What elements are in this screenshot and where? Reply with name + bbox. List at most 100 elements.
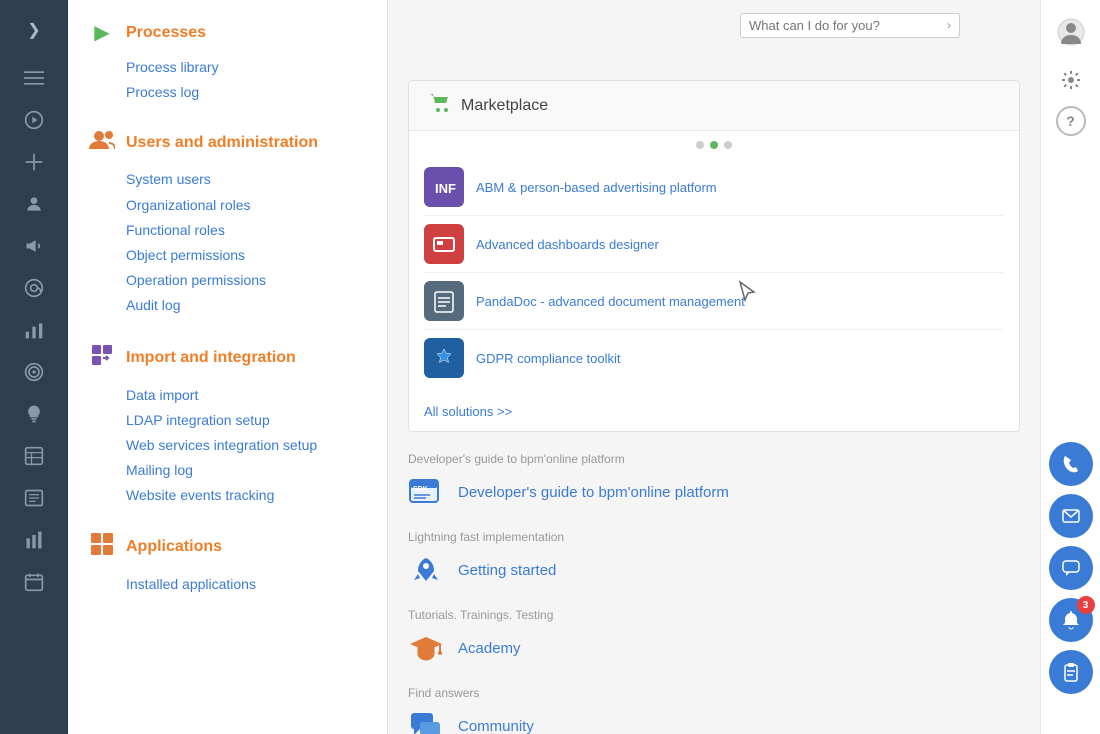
resource-getting-started-link[interactable]: Getting started xyxy=(408,552,1020,588)
chart-icon xyxy=(24,320,44,340)
collapse-button[interactable]: ❯ xyxy=(9,10,59,50)
resource-getting-started: Lightning fast implementation Getting st… xyxy=(408,530,1020,588)
org-roles-link[interactable]: Organizational roles xyxy=(126,193,387,218)
plus-icon xyxy=(24,152,44,172)
sidebar-icon-target[interactable] xyxy=(9,352,59,392)
sidebar-icon-add[interactable] xyxy=(9,142,59,182)
web-services-link[interactable]: Web services integration setup xyxy=(126,433,387,458)
clipboard-button[interactable] xyxy=(1049,650,1093,694)
getting-started-link-text[interactable]: Getting started xyxy=(458,562,556,579)
all-solutions-link[interactable]: All solutions >> xyxy=(409,396,1019,431)
contact-buttons: 3 xyxy=(1049,442,1093,694)
dashboard-name[interactable]: Advanced dashboards designer xyxy=(476,237,659,252)
functional-roles-link[interactable]: Functional roles xyxy=(126,218,387,243)
marketplace-item: Advanced dashboards designer xyxy=(424,216,1004,273)
dot-2[interactable] xyxy=(710,141,718,149)
marketplace-item: INF ABM & person-based advertising platf… xyxy=(424,159,1004,216)
search-input[interactable] xyxy=(749,18,947,33)
dot-3[interactable] xyxy=(724,141,732,149)
data-import-link[interactable]: Data import xyxy=(126,383,387,408)
resource-academy: Tutorials. Trainings. Testing Academy xyxy=(408,608,1020,666)
sidebar-icon-play[interactable] xyxy=(9,100,59,140)
settings-button[interactable] xyxy=(1049,58,1093,102)
marketplace-header: Marketplace xyxy=(409,81,1019,131)
process-library-link[interactable]: Process library xyxy=(126,55,387,80)
collapse-icon: ❯ xyxy=(27,20,40,40)
installed-apps-link[interactable]: Installed applications xyxy=(126,572,387,597)
mail-button[interactable] xyxy=(1049,494,1093,538)
processes-links: Process library Process log xyxy=(88,55,387,105)
resource-community-label: Find answers xyxy=(408,686,1020,700)
sidebar-icon-megaphone[interactable] xyxy=(9,226,59,266)
users-admin-section: Users and administration System users Or… xyxy=(88,129,387,318)
sidebar-icon-lightbulb[interactable] xyxy=(9,394,59,434)
users-icon xyxy=(88,129,116,157)
gdpr-icon xyxy=(424,338,464,378)
notification-button[interactable]: 3 xyxy=(1049,598,1093,642)
user-profile-button[interactable] xyxy=(1049,10,1093,54)
play-icon xyxy=(24,110,44,130)
users-admin-header: Users and administration xyxy=(88,129,387,157)
community-icon xyxy=(408,708,444,734)
table-icon xyxy=(24,446,44,466)
top-bar: › xyxy=(388,0,980,50)
audit-log-link[interactable]: Audit log xyxy=(126,293,387,318)
marketplace-item: PandaDoc - advanced document management xyxy=(424,273,1004,330)
sidebar-icons: ❯ xyxy=(0,0,68,734)
object-permissions-link[interactable]: Object permissions xyxy=(126,243,387,268)
abm-icon: INF xyxy=(424,167,464,207)
marketplace-items: INF ABM & person-based advertising platf… xyxy=(409,154,1019,396)
main-content: › Marketplace xyxy=(388,0,1040,734)
sidebar-icon-person[interactable] xyxy=(9,184,59,224)
sidebar-icon-at[interactable] xyxy=(9,268,59,308)
marketplace-title: Marketplace xyxy=(461,97,548,115)
abm-name[interactable]: ABM & person-based advertising platform xyxy=(476,180,717,195)
list-icon xyxy=(24,488,44,508)
sidebar-icon-calendar[interactable] xyxy=(9,562,59,602)
sidebar-icon-chart[interactable] xyxy=(9,310,59,350)
phone-button[interactable] xyxy=(1049,442,1093,486)
sidebar-icon-bar-chart[interactable] xyxy=(9,520,59,560)
chat-button[interactable] xyxy=(1049,546,1093,590)
dashboard-icon xyxy=(424,224,464,264)
help-button[interactable]: ? xyxy=(1056,106,1086,136)
search-bar[interactable]: › xyxy=(740,13,960,38)
system-users-link[interactable]: System users xyxy=(126,167,387,192)
resource-developer-link[interactable]: SDK Developer's guide to bpm'online plat… xyxy=(408,474,1020,510)
pandadoc-icon xyxy=(424,281,464,321)
sidebar-icon-list[interactable] xyxy=(9,478,59,518)
person-icon xyxy=(24,194,44,214)
process-log-link[interactable]: Process log xyxy=(126,80,387,105)
pandadoc-name[interactable]: PandaDoc - advanced document management xyxy=(476,294,745,309)
processes-header: ▶ Processes xyxy=(88,20,387,45)
graduation-icon xyxy=(408,630,444,666)
ldap-link[interactable]: LDAP integration setup xyxy=(126,408,387,433)
developer-guide-link-text[interactable]: Developer's guide to bpm'online platform xyxy=(458,484,729,501)
dot-1[interactable] xyxy=(696,141,704,149)
sidebar-icon-table[interactable] xyxy=(9,436,59,476)
gdpr-name[interactable]: GDPR compliance toolkit xyxy=(476,351,621,366)
processes-section: ▶ Processes Process library Process log xyxy=(88,20,387,105)
resource-academy-label: Tutorials. Trainings. Testing xyxy=(408,608,1020,622)
import-integration-title: Import and integration xyxy=(126,349,296,367)
mailing-log-link[interactable]: Mailing log xyxy=(126,458,387,483)
svg-text:SDK: SDK xyxy=(413,486,428,493)
community-link-text[interactable]: Community xyxy=(458,718,534,734)
megaphone-icon xyxy=(24,236,44,256)
applications-title: Applications xyxy=(126,538,222,556)
import-icon xyxy=(88,343,116,373)
resource-academy-link[interactable]: Academy xyxy=(408,630,1020,666)
cart-icon xyxy=(429,93,451,118)
carousel-dots xyxy=(409,131,1019,154)
operation-permissions-link[interactable]: Operation permissions xyxy=(126,268,387,293)
resource-community-link[interactable]: Community xyxy=(408,708,1020,734)
rocket-icon xyxy=(408,552,444,588)
import-integration-section: Import and integration Data import LDAP … xyxy=(88,343,387,509)
sidebar-icon-menu[interactable] xyxy=(9,58,59,98)
website-events-link[interactable]: Website events tracking xyxy=(126,483,387,508)
marketplace-item: GDPR compliance toolkit xyxy=(424,330,1004,386)
academy-link-text[interactable]: Academy xyxy=(458,640,521,657)
calendar-icon xyxy=(24,572,44,592)
play-triangle-icon: ▶ xyxy=(88,20,116,45)
import-integration-header: Import and integration xyxy=(88,343,387,373)
